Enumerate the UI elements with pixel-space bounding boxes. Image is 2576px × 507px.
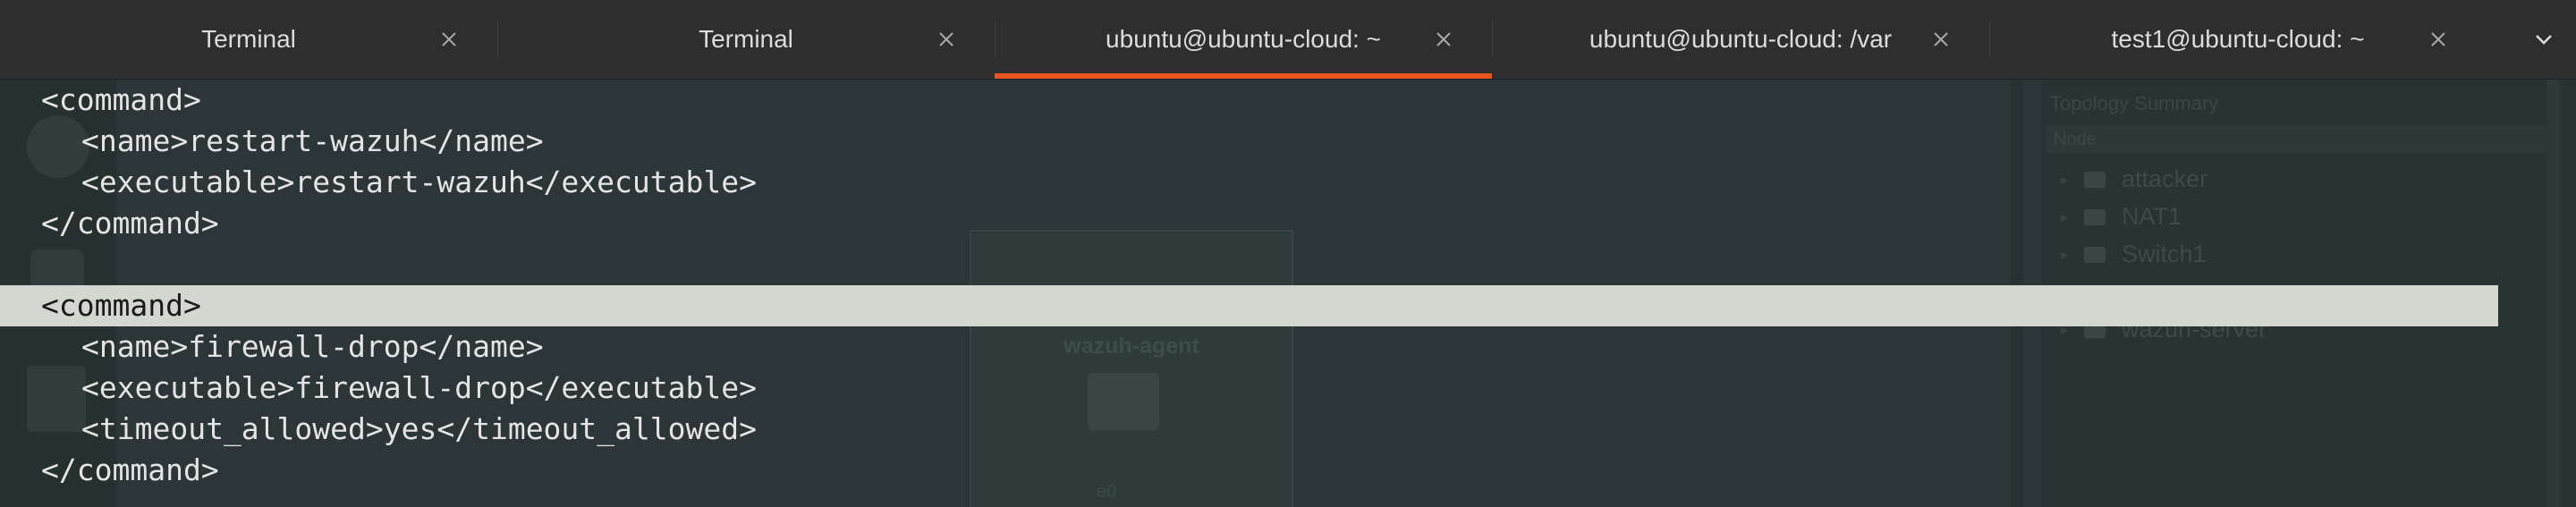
terminal-window: Terminal Terminal ubuntu@ubuntu-cloud: ~… (0, 0, 2576, 507)
terminal-output[interactable]: <command> <name>restart-wazuh</name> <ex… (0, 80, 2576, 491)
chevron-down-icon[interactable] (2531, 27, 2556, 52)
close-icon[interactable] (934, 27, 959, 52)
terminal-line: <executable>restart-wazuh</executable> (81, 165, 757, 199)
tab-title: Terminal (201, 25, 296, 53)
tab-terminal-2[interactable]: Terminal (497, 0, 995, 79)
tab-terminal-1[interactable]: Terminal (0, 0, 497, 79)
active-tab-indicator (995, 73, 1492, 79)
terminal-line: <command> (41, 82, 201, 117)
tab-test1-home[interactable]: test1@ubuntu-cloud: ~ (1989, 0, 2487, 79)
close-icon[interactable] (1928, 27, 1953, 52)
close-icon[interactable] (2426, 27, 2451, 52)
tab-ubuntu-var[interactable]: ubuntu@ubuntu-cloud: /var (1492, 0, 1989, 79)
terminal-content[interactable]: wazuh-agent e0 Topology Summary Node ▸ a… (0, 80, 2576, 507)
terminal-line: <name>restart-wazuh</name> (81, 123, 544, 158)
tab-title: ubuntu@ubuntu-cloud: ~ (1106, 25, 1381, 53)
tab-title: Terminal (699, 25, 793, 53)
terminal-line: </command> (41, 206, 219, 241)
tab-ubuntu-home[interactable]: ubuntu@ubuntu-cloud: ~ (995, 0, 1492, 79)
terminal-line: <executable>firewall-drop</executable> (81, 370, 757, 405)
tab-bar: Terminal Terminal ubuntu@ubuntu-cloud: ~… (0, 0, 2576, 80)
close-icon[interactable] (1431, 27, 1456, 52)
terminal-line: </command> (41, 452, 219, 487)
close-icon[interactable] (436, 27, 462, 52)
tab-title: ubuntu@ubuntu-cloud: /var (1589, 25, 1893, 53)
tab-title: test1@ubuntu-cloud: ~ (2111, 25, 2365, 53)
terminal-line-selected: <command> (0, 285, 2498, 326)
terminal-line: <timeout_allowed>yes</timeout_allowed> (81, 411, 757, 446)
terminal-line: <name>firewall-drop</name> (81, 329, 544, 364)
